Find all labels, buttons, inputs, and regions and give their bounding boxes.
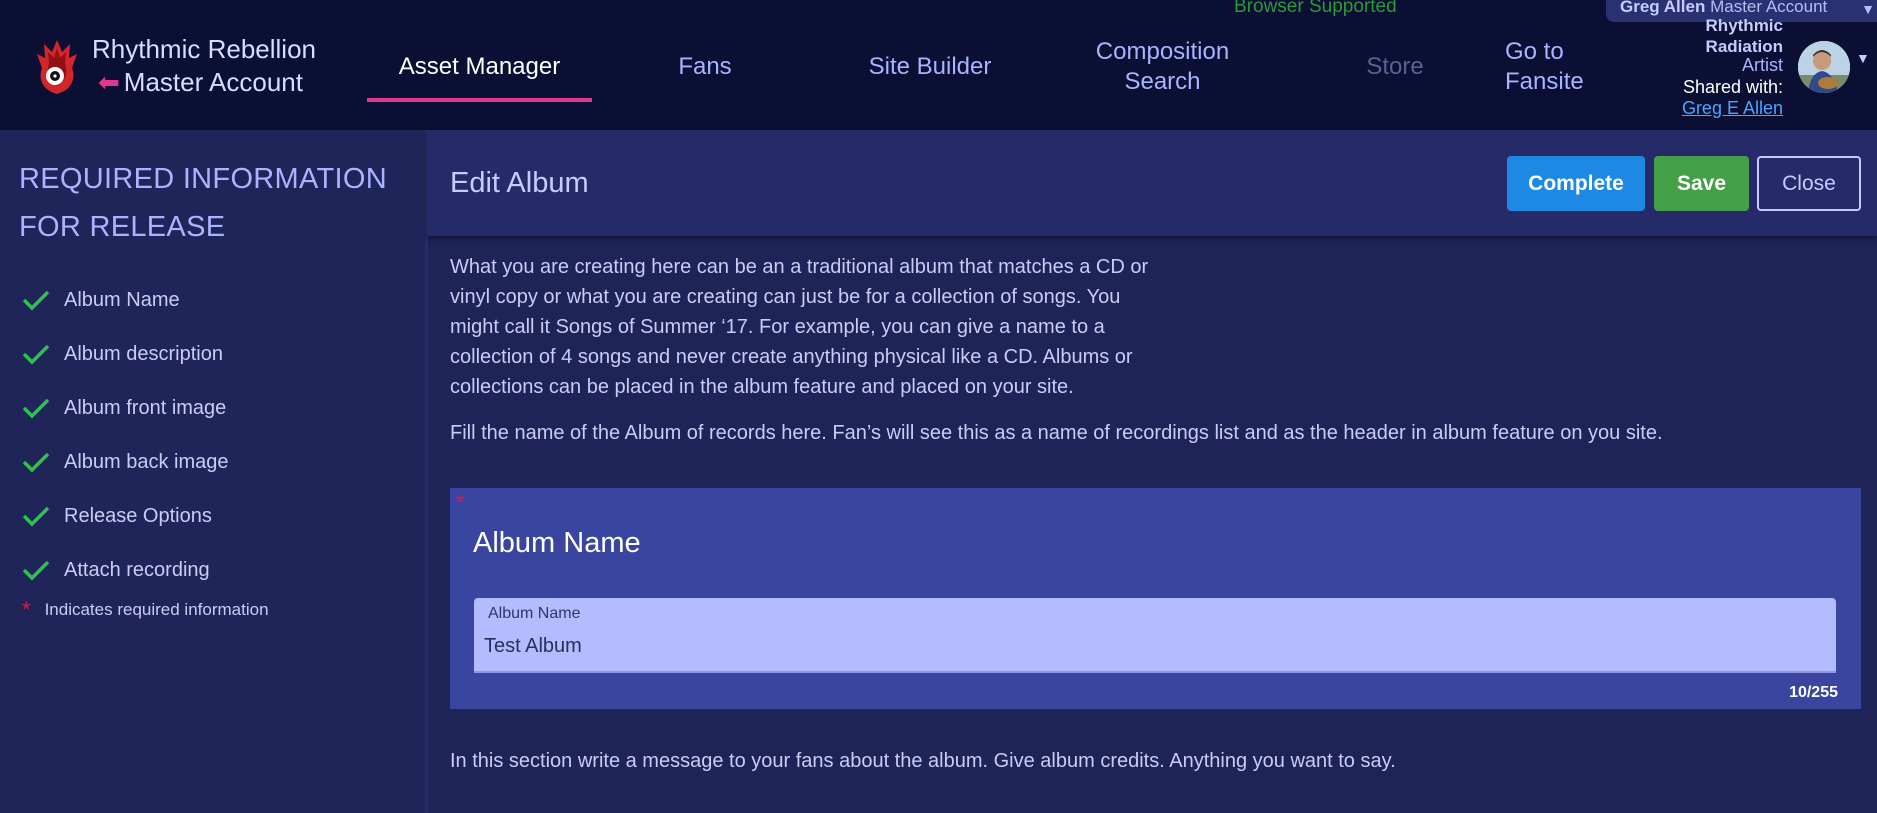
active-tab-indicator [367,98,592,102]
edit-album-panel: Edit Album Complete Save Close What you … [427,130,1877,813]
album-message-hint: In this section write a message to your … [450,750,1396,772]
requirement-album-back-image[interactable]: Album back image [22,435,229,489]
avatar[interactable] [1798,41,1850,93]
account-type: Master Account [1710,0,1828,16]
sidebar-heading: REQUIRED INFORMATION FOR RELEASE [19,163,387,243]
panel-header: Edit Album Complete Save Close [427,130,1877,236]
required-asterisk-icon: * [456,490,465,515]
nav-tab-store[interactable]: Store [1340,52,1450,82]
artist-profile-name: Rhythmic Radiation [1706,15,1783,57]
chevron-down-icon: ▼ [1861,1,1875,17]
artist-name-line-2: Radiation [1705,37,1783,56]
album-name-card: * Album Name Album Name 10/255 [450,488,1861,709]
album-intro-text: What you are creating here can be an a t… [450,256,1149,398]
check-icon [22,560,50,581]
brand-title: Rhythmic Rebellion [92,34,316,64]
arrow-left-icon: ⬅ [98,67,120,97]
back-to-master-account-link[interactable]: ⬅ Master Account [98,66,303,98]
profile-menu-chevron-icon[interactable]: ▼ [1856,50,1870,66]
nav-go-to-fansite[interactable]: Go to Fansite [1505,37,1585,97]
required-asterisk-icon: * [22,597,31,622]
nav-tab-asset-manager[interactable]: Asset Manager [367,52,592,82]
album-name-input[interactable] [484,632,1784,660]
account-user-name: Greg Allen [1620,0,1706,16]
avatar-image-icon [1798,41,1850,93]
requirement-album-description[interactable]: Album description [22,327,229,381]
album-name-card-title: Album Name [473,527,641,559]
requirement-label: Album Name [64,288,180,311]
top-navigation-bar: Browser Supported Greg Allen Master Acco… [0,0,1877,130]
required-info-sidebar: REQUIRED INFORMATION FOR RELEASE Album N… [0,130,428,813]
requirement-label: Album back image [64,450,229,473]
required-note: * Indicates required information [22,597,269,622]
requirement-label: Album description [64,342,223,365]
check-icon [22,344,50,365]
requirement-attach-recording[interactable]: Attach recording [22,543,229,597]
required-note-text: Indicates required information [44,600,269,619]
album-name-field[interactable]: Album Name [474,598,1836,673]
complete-button[interactable]: Complete [1507,156,1645,211]
nav-tab-composition-search[interactable]: Composition Search [1075,37,1250,97]
save-button[interactable]: Save [1654,156,1749,211]
requirement-release-options[interactable]: Release Options [22,489,229,543]
requirement-album-name[interactable]: Album Name [22,273,229,327]
requirement-label: Attach recording [64,558,210,581]
page-title: Edit Album [450,167,589,199]
nav-tab-site-builder[interactable]: Site Builder [850,52,1010,82]
requirement-label: Release Options [64,504,212,527]
shared-user-link[interactable]: Greg E Allen [1682,98,1783,119]
requirement-label: Album front image [64,396,227,419]
check-icon [22,506,50,527]
album-name-field-label: Album Name [488,605,581,622]
browser-support-note: Browser Supported [1234,0,1397,17]
artist-role: Artist [1741,55,1783,75]
requirement-album-front-image[interactable]: Album front image [22,381,229,435]
nav-tab-fans[interactable]: Fans [640,52,770,82]
character-counter: 10/255 [1789,684,1838,701]
album-name-hint: Fill the name of the Album of records he… [450,422,1663,444]
artist-name-line-1: Rhythmic [1705,16,1783,35]
brand-logo-icon[interactable] [36,38,78,96]
required-items-list: Album Name Album description Album front… [22,273,229,597]
check-icon [22,398,50,419]
shared-with-label: Shared with: [1682,77,1783,97]
back-link-label: Master Account [123,67,303,97]
check-icon [22,452,50,473]
check-icon [22,290,50,311]
close-button[interactable]: Close [1757,156,1861,211]
